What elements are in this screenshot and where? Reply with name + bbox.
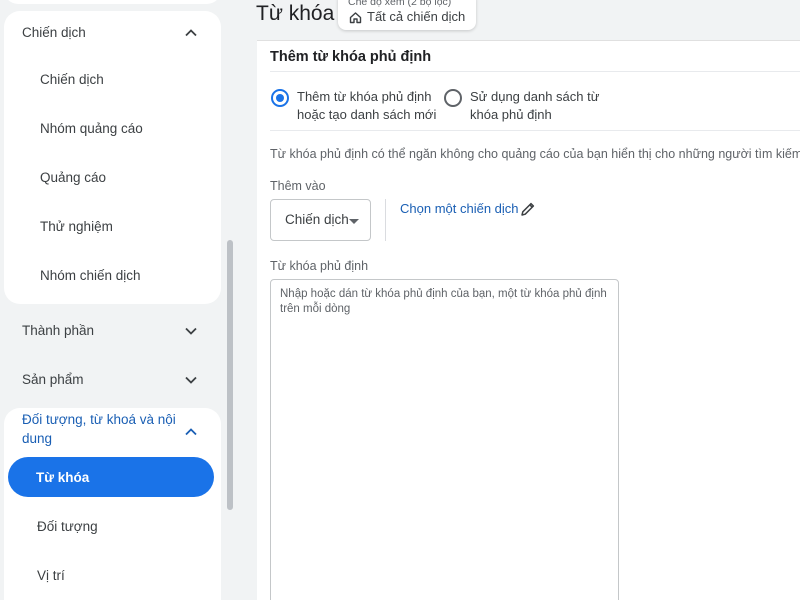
sidebar-item-label: Nhóm quảng cáo [40,120,143,136]
negative-keywords-textarea[interactable] [270,279,619,600]
sidebar-scrollbar[interactable] [227,240,233,510]
radio-option-2-label-line2: khóa phủ định [470,107,552,122]
sidebar-section-audiences-keywords[interactable]: Đối tượng, từ khoá và nội dung [4,411,226,451]
add-to-label: Thêm vào [270,179,326,193]
sidebar-item-ads[interactable]: Quảng cáo [8,157,218,197]
divider [270,130,800,131]
add-to-dropdown[interactable]: Chiến dịch [270,199,371,241]
sidebar-item-label: Từ khóa [36,469,90,485]
caret-down-icon [349,219,359,224]
radio-option-1-label-line2: hoặc tạo danh sách mới [297,107,437,122]
view-mode-label: Tất cả chiến dịch [367,9,466,24]
sidebar-section-label-line2: dung [22,431,53,446]
radio-option-2-label-line1: Sử dụng danh sách từ [470,89,600,104]
negative-keywords-panel: Thêm từ khóa phủ định Thêm từ khóa phủ đ… [257,40,800,600]
sidebar-item-label: Vị trí [37,567,65,583]
keywords-label: Từ khóa phủ định [270,259,369,273]
pencil-icon[interactable] [519,200,537,218]
sidebar-section-assets[interactable]: Thành phần [0,322,222,362]
sidebar-card-top [4,0,221,4]
page-title: Từ khóa [256,2,335,25]
sidebar-section-label: Đối tượng, từ khoá và nội [22,412,176,427]
view-mode-filter-count: Chế độ xem (2 bộ lọc) [348,0,452,8]
sidebar-section-campaigns[interactable]: Chiến dịch [4,24,226,64]
sidebar-item-audiences[interactable]: Đối tượng [4,506,214,546]
sidebar-item-ad-groups[interactable]: Nhóm quảng cáo [8,108,218,148]
sidebar-item-label: Đối tượng [37,518,98,534]
home-icon [349,11,362,24]
sidebar-item-label: Thử nghiệm [40,218,113,234]
sidebar-item-label: Chiến dịch [40,71,104,87]
sidebar-section-label: Thành phần [22,323,95,338]
sidebar-item-keywords[interactable]: Từ khóa [8,457,214,497]
sidebar-section-label: Sản phẩm [22,372,84,387]
sidebar-item-label: Nhóm chiến dịch [40,267,141,283]
radio-option-1-label-line1: Thêm từ khóa phủ định [297,89,432,104]
chevron-up-icon [184,425,198,439]
sidebar-item-campaign-groups[interactable]: Nhóm chiến dịch [8,255,218,295]
sidebar-item-experiments[interactable]: Thử nghiệm [8,206,218,246]
chevron-down-icon [184,373,198,387]
sidebar-section-products[interactable]: Sản phẩm [0,371,222,411]
description-text: Từ khóa phủ định có thể ngăn không cho q… [270,147,800,161]
sidebar-item-label: Quảng cáo [40,169,107,185]
dropdown-value: Chiến dịch [285,212,349,227]
radio-add-negative-keywords[interactable] [271,89,289,107]
chevron-down-icon [184,324,198,338]
sidebar: Chiến dịch Chiến dịch Nhóm quảng cáo Quả… [0,0,233,600]
sidebar-section-label: Chiến dịch [22,25,86,40]
vertical-divider [385,199,386,241]
divider [270,71,800,72]
choose-campaign-link[interactable]: Chọn một chiến dịch [400,201,519,216]
sidebar-item-placements[interactable]: Vị trí [4,555,214,595]
chevron-up-icon [184,26,198,40]
sidebar-campaign-card: Chiến dịch Chiến dịch Nhóm quảng cáo Quả… [4,11,221,304]
panel-title: Thêm từ khóa phủ định [270,49,432,65]
view-mode-chip[interactable]: Chế độ xem (2 bộ lọc) Tất cả chiến dịch [338,0,476,30]
sidebar-item-campaigns[interactable]: Chiến dịch [8,59,218,99]
radio-use-negative-list[interactable] [444,89,462,107]
